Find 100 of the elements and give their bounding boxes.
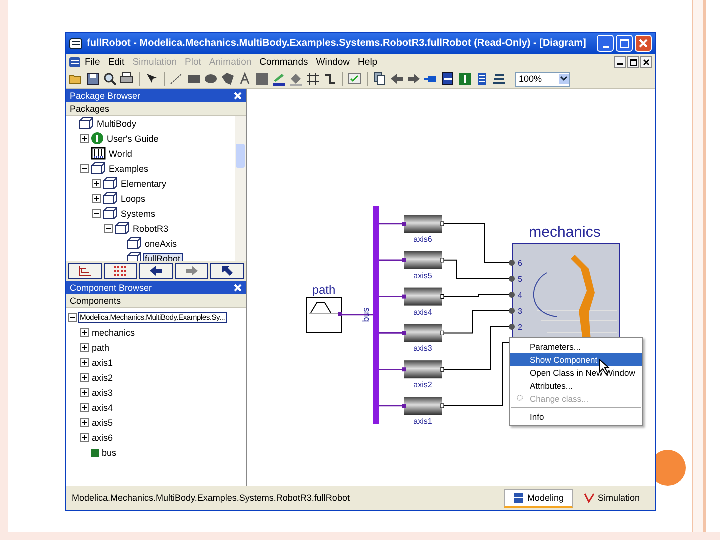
fill-color-icon[interactable] [289, 72, 303, 86]
back-button[interactable] [139, 263, 173, 279]
menu-item[interactable]: File [81, 56, 104, 68]
documentation-icon[interactable] [475, 72, 489, 86]
axis-block[interactable] [402, 251, 444, 270]
tree-item[interactable]: axis5 [91, 418, 114, 428]
port-connector[interactable] [509, 308, 515, 314]
tree-item[interactable]: User's Guide [106, 134, 160, 144]
up-button[interactable] [210, 263, 244, 279]
menu-item[interactable]: Edit [104, 56, 129, 68]
maximize-button[interactable] [616, 35, 633, 52]
trajectory-block[interactable] [306, 297, 342, 333]
zoom-dropdown[interactable]: 100% [515, 72, 570, 86]
hierarchy-icon [78, 265, 92, 277]
expand-toggle-icon[interactable] [80, 388, 89, 397]
expand-toggle-icon[interactable] [92, 194, 101, 203]
port-connector[interactable] [509, 324, 515, 330]
port-connector[interactable] [509, 260, 515, 266]
expand-toggle-icon[interactable] [104, 224, 113, 233]
expand-toggle-icon[interactable] [80, 134, 89, 143]
tree-item[interactable]: Examples [108, 164, 150, 174]
forward-button[interactable] [174, 263, 208, 279]
tree-item[interactable]: axis2 [91, 372, 114, 382]
tree-item[interactable]: Elementary [120, 178, 168, 188]
info-icon[interactable] [458, 72, 472, 86]
block-label: axis3 [414, 344, 432, 354]
menu-item[interactable]: Commands [256, 56, 312, 68]
text-icon[interactable] [238, 72, 252, 86]
tree-item[interactable]: oneAxis [144, 238, 178, 248]
tree-item[interactable]: World [108, 148, 134, 158]
expand-toggle-icon[interactable] [80, 418, 89, 427]
tree-item[interactable]: Loops [120, 194, 147, 204]
menu-item[interactable]: Parameters... [510, 340, 642, 353]
panel-title: Component Browser [70, 282, 152, 292]
diagram-view-icon[interactable] [441, 72, 455, 86]
tree-item[interactable]: bus [101, 448, 118, 458]
copy-icon[interactable] [373, 72, 387, 86]
restore-button[interactable] [627, 56, 639, 68]
expand-toggle-icon[interactable] [92, 179, 101, 188]
port-number: 5 [518, 275, 522, 284]
line-color-icon[interactable] [272, 72, 286, 86]
expand-toggle-icon[interactable] [92, 209, 101, 218]
block-label: axis6 [414, 235, 432, 244]
port-number: 4 [518, 291, 522, 300]
window-title: fullRobot - Modelica.Mechanics.MultiBody.Examples.Systems.RobotR3.fullRobot (Read-Only) - [Diagram] [87, 38, 588, 49]
close-icon[interactable] [234, 92, 242, 100]
right-arrow-icon[interactable] [407, 72, 421, 86]
tree-item[interactable]: mechanics [91, 328, 136, 338]
tree-item[interactable]: axis6 [91, 432, 114, 442]
expand-toggle-icon[interactable] [68, 313, 77, 322]
port-connector[interactable] [509, 292, 515, 298]
check-icon[interactable] [348, 72, 362, 86]
polygon-icon[interactable] [221, 72, 235, 86]
menu-item[interactable]: Window [312, 56, 354, 68]
tree-item[interactable]: Systems [120, 208, 157, 218]
line-icon[interactable] [170, 72, 184, 86]
port-number: 3 [518, 307, 522, 316]
axis-block[interactable] [402, 397, 444, 415]
expand-toggle-icon[interactable] [80, 433, 89, 442]
tree-item[interactable]: RobotR3 [132, 224, 170, 234]
mode-tab[interactable]: Modeling [504, 488, 573, 508]
print-icon[interactable] [120, 72, 134, 86]
close-icon[interactable] [234, 284, 242, 292]
menu-item[interactable]: Attributes... [510, 379, 642, 392]
menu-item[interactable]: Info [510, 410, 642, 423]
tree-item[interactable]: path [91, 342, 111, 352]
port-connector[interactable] [509, 276, 515, 282]
expand-toggle-icon[interactable] [80, 328, 89, 337]
axis-block[interactable] [402, 288, 444, 306]
menu-item[interactable]: Show Component [510, 353, 642, 366]
close-button[interactable] [640, 56, 652, 68]
axis-block[interactable] [402, 215, 444, 233]
save-icon[interactable] [86, 72, 100, 86]
expand-toggle-icon[interactable] [80, 373, 89, 382]
connect-mode-icon[interactable] [323, 72, 337, 86]
tree-item[interactable]: axis3 [91, 388, 114, 398]
search-icon[interactable] [103, 72, 117, 86]
expand-toggle-icon[interactable] [80, 343, 89, 352]
grid-view-button[interactable] [104, 263, 138, 279]
menu-item[interactable]: Help [354, 56, 382, 68]
tree-view-button[interactable] [68, 263, 102, 279]
left-arrow-icon[interactable] [390, 72, 404, 86]
tree-item[interactable]: axis1 [91, 358, 114, 368]
expand-toggle-icon[interactable] [80, 403, 89, 412]
axis-block[interactable] [402, 360, 444, 379]
rectangle-icon[interactable] [187, 72, 201, 86]
bitmap-icon[interactable] [255, 72, 269, 86]
grid-icon[interactable] [306, 72, 320, 86]
axis-block[interactable] [402, 324, 444, 342]
info-icon [91, 132, 104, 145]
close-icon [642, 58, 650, 66]
menu-item[interactable]: Open Class in New Window [510, 366, 642, 379]
mode-tab[interactable]: Simulation [574, 489, 649, 507]
scrollbar[interactable] [235, 116, 246, 261]
ellipse-icon[interactable] [204, 72, 218, 86]
minimize-button[interactable] [614, 56, 626, 68]
tree-item[interactable]: axis4 [91, 402, 114, 412]
expand-toggle-icon[interactable] [80, 164, 89, 173]
tree-item[interactable]: MultiBody [96, 118, 138, 128]
expand-toggle-icon[interactable] [80, 358, 89, 367]
